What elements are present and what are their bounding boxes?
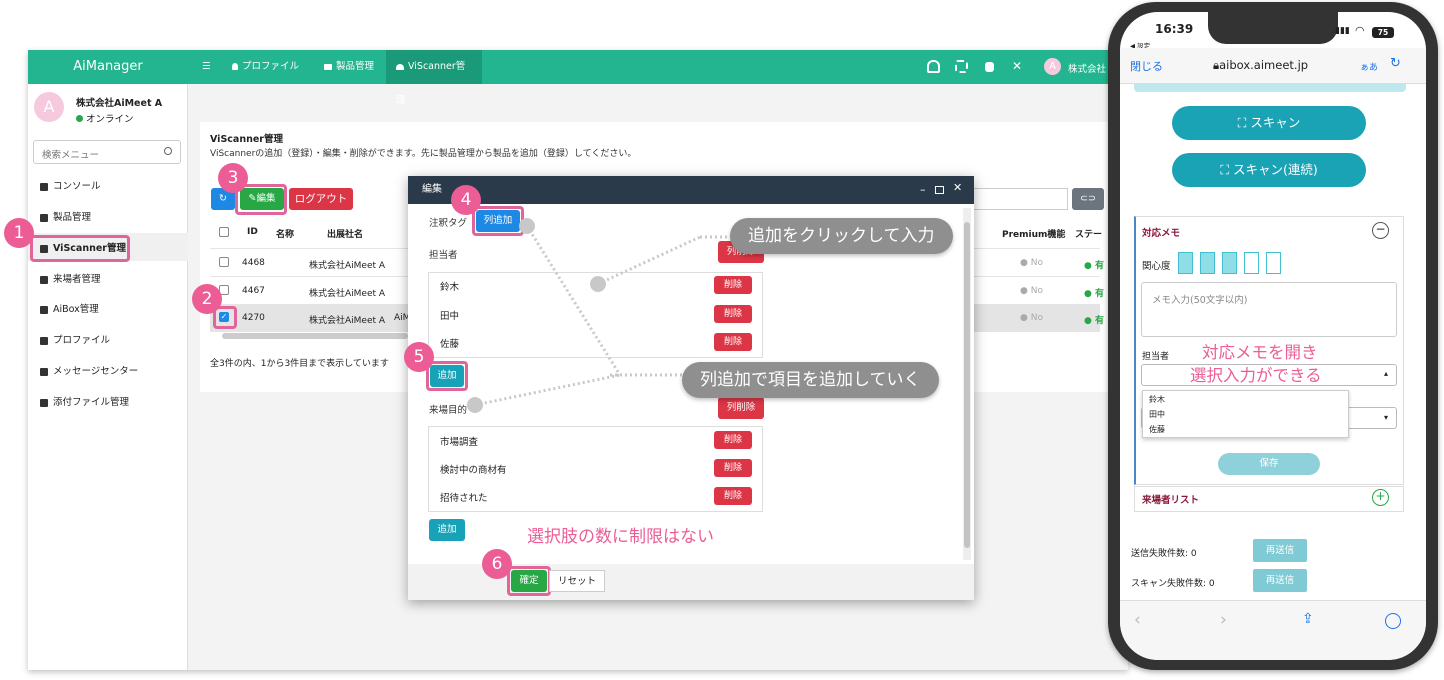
back-icon[interactable]: ‹	[1134, 610, 1141, 630]
scan-fail-count: スキャン失敗件数: 0	[1131, 579, 1215, 589]
memo-note-1: 対応メモを開き	[1202, 343, 1318, 362]
text-size-button[interactable]: ぁあ	[1360, 60, 1378, 73]
connector-dot	[590, 276, 606, 292]
owner-dropdown: 鈴木 田中 佐藤	[1142, 390, 1349, 438]
callout-add-column: 列追加で項目を追加していく	[682, 362, 939, 398]
url-bar[interactable]: 🔒︎aibox.aimeet.jp	[1213, 58, 1308, 73]
memo-note-2: 選択入力ができる	[1190, 366, 1322, 385]
note-no-limit: 選択肢の数に制限はない	[527, 527, 714, 547]
scan-button[interactable]: ⛶ スキャン	[1172, 106, 1366, 140]
step-badge-1: 1	[4, 218, 34, 248]
wifi-icon: ◠	[1355, 24, 1365, 37]
step-badge-5: 5	[404, 342, 434, 372]
scan-continuous-label: スキャン(連続)	[1232, 162, 1318, 177]
reload-icon[interactable]: ↻	[1390, 56, 1401, 71]
chevron-down-icon: ▴	[1384, 369, 1389, 378]
interest-level-4[interactable]	[1244, 252, 1259, 274]
compass-icon[interactable]	[1385, 613, 1401, 629]
connector-dot	[467, 397, 483, 413]
battery-icon: 75	[1372, 27, 1394, 38]
close-browser-link[interactable]: 閉じる	[1130, 58, 1163, 74]
interest-label: 関心度	[1142, 261, 1171, 272]
step-badge-4: 4	[451, 185, 481, 215]
callout-click-add: 追加をクリックして入力	[730, 218, 953, 254]
memo-placeholder: メモ入力(50文字以内)	[1152, 295, 1248, 306]
interest-level-5[interactable]	[1266, 252, 1281, 274]
previous-section	[1134, 84, 1406, 92]
expand-icon[interactable]: +	[1372, 489, 1389, 506]
connector-dot	[519, 218, 535, 234]
memo-title: 対応メモ	[1142, 228, 1181, 239]
step-badge-6: 6	[482, 549, 512, 579]
owner-option[interactable]: 田中	[1149, 409, 1165, 420]
signal-icon: ▮▮▮	[1335, 26, 1350, 36]
owner-option[interactable]: 鈴木	[1149, 394, 1165, 405]
interest-level-3[interactable]	[1222, 252, 1237, 274]
rescan-button[interactable]: 再送信	[1253, 569, 1307, 592]
resend-button[interactable]: 再送信	[1253, 539, 1307, 562]
interest-level-2[interactable]	[1200, 252, 1215, 274]
chevron-down-icon: ▾	[1384, 413, 1389, 422]
collapse-icon[interactable]: −	[1372, 222, 1389, 239]
memo-input[interactable]: メモ入力(50文字以内)	[1141, 282, 1397, 337]
phone-time: 16:39	[1155, 22, 1194, 36]
scan-icon: ⛶	[1237, 115, 1251, 130]
owner-option[interactable]: 佐藤	[1149, 424, 1165, 435]
share-icon[interactable]: ⇪	[1302, 611, 1314, 627]
save-button[interactable]: 保存	[1218, 453, 1320, 475]
visitor-list-title: 来場者リスト	[1142, 495, 1200, 506]
step-badge-3: 3	[218, 163, 248, 193]
scan-label: スキャン	[1250, 115, 1301, 130]
forward-icon[interactable]: ›	[1220, 610, 1227, 630]
step-badge-2: 2	[192, 284, 222, 314]
interest-level-1[interactable]	[1178, 252, 1193, 274]
scan-continuous-button[interactable]: ⛶ スキャン(連続)	[1172, 153, 1366, 187]
phone-owner-label: 担当者	[1142, 352, 1170, 362]
url-text: aibox.aimeet.jp	[1219, 58, 1309, 72]
send-fail-count: 送信失敗件数: 0	[1131, 549, 1197, 559]
phone-notch	[1208, 12, 1338, 44]
browser-toolbar	[1120, 600, 1426, 660]
scan-icon: ⛶	[1220, 162, 1233, 177]
